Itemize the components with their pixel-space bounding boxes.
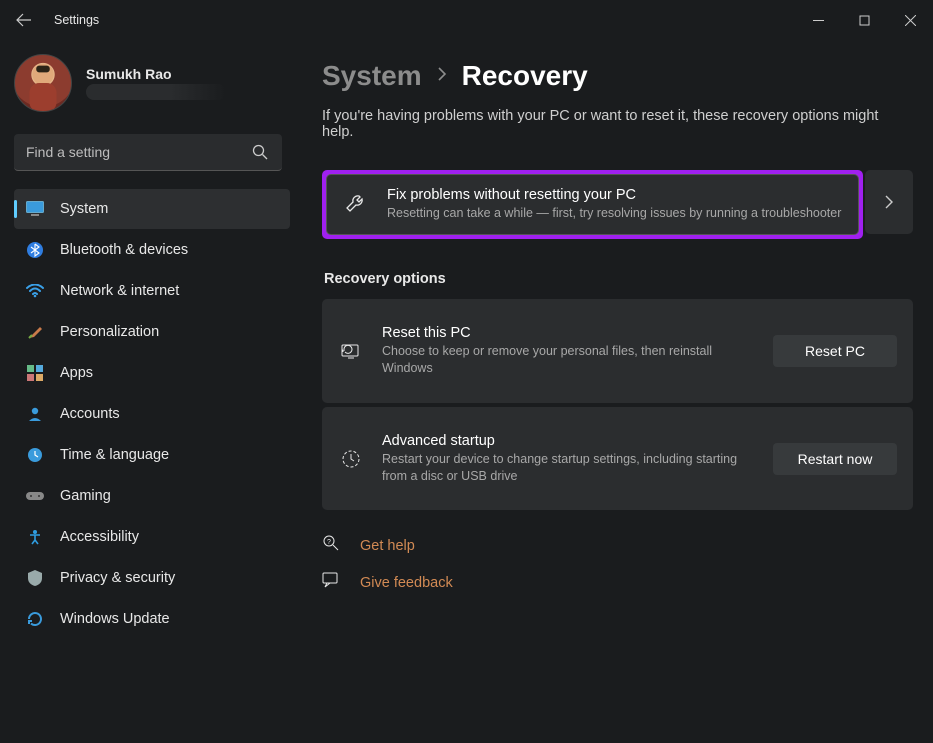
card-subtitle: Resetting can take a while — first, try …: [387, 205, 842, 222]
recovery-options-heading: Recovery options: [324, 271, 913, 287]
restart-now-button[interactable]: Restart now: [773, 443, 897, 475]
sidebar-item-gaming[interactable]: Gaming: [14, 476, 290, 516]
sidebar-item-apps[interactable]: Apps: [14, 353, 290, 393]
search-input[interactable]: [14, 134, 282, 171]
sidebar-item-privacy[interactable]: Privacy & security: [14, 558, 290, 598]
link-label: Give feedback: [360, 575, 453, 591]
minimize-icon: [813, 15, 824, 26]
sidebar-item-accounts[interactable]: Accounts: [14, 394, 290, 434]
nav-label: Gaming: [60, 488, 111, 504]
nav-label: Personalization: [60, 324, 159, 340]
nav-label: System: [60, 201, 108, 217]
main-content: System Recovery If you're having problem…: [300, 40, 933, 743]
nav-label: Time & language: [60, 447, 169, 463]
sidebar-item-network[interactable]: Network & internet: [14, 271, 290, 311]
accessibility-icon: [26, 528, 44, 546]
wrench-icon: [343, 193, 369, 215]
nav-label: Privacy & security: [60, 570, 175, 586]
gaming-icon: [26, 487, 44, 505]
card-title: Reset this PC: [382, 325, 773, 341]
breadcrumb-current: Recovery: [462, 60, 588, 92]
window-title: Settings: [54, 13, 99, 27]
back-button[interactable]: [0, 0, 48, 40]
highlighted-troubleshoot-card: Fix problems without resetting your PC R…: [322, 170, 863, 239]
paintbrush-icon: [26, 323, 44, 341]
sidebar-item-personalization[interactable]: Personalization: [14, 312, 290, 352]
sidebar-item-windows-update[interactable]: Windows Update: [14, 599, 290, 639]
advanced-startup-card: Advanced startup Restart your device to …: [322, 407, 913, 511]
close-button[interactable]: [887, 0, 933, 40]
maximize-icon: [859, 15, 870, 26]
sidebar: Sumukh Rao System Bluetooth & devices Ne…: [0, 40, 300, 743]
nav-label: Accounts: [60, 406, 120, 422]
svg-text:?: ?: [327, 539, 331, 546]
get-help-link[interactable]: ? Get help: [322, 534, 913, 557]
nav-label: Bluetooth & devices: [60, 242, 188, 258]
breadcrumb-parent[interactable]: System: [322, 60, 422, 92]
minimize-button[interactable]: [795, 0, 841, 40]
reset-pc-card: Reset this PC Choose to keep or remove y…: [322, 299, 913, 403]
feedback-icon: [322, 571, 340, 594]
user-account-row[interactable]: Sumukh Rao: [14, 54, 284, 112]
user-email-redacted: [86, 84, 226, 100]
help-icon: ?: [322, 534, 340, 557]
title-bar: Settings: [0, 0, 933, 40]
maximize-button[interactable]: [841, 0, 887, 40]
apps-icon: [26, 364, 44, 382]
sidebar-item-accessibility[interactable]: Accessibility: [14, 517, 290, 557]
link-label: Get help: [360, 538, 415, 554]
card-title: Advanced startup: [382, 433, 773, 449]
update-icon: [26, 610, 44, 628]
chevron-right-icon: [884, 195, 894, 209]
give-feedback-link[interactable]: Give feedback: [322, 571, 913, 594]
close-icon: [905, 15, 916, 26]
system-icon: [26, 200, 44, 218]
wifi-icon: [26, 282, 44, 300]
card-subtitle: Choose to keep or remove your personal f…: [382, 343, 762, 377]
chevron-right-icon: [436, 67, 448, 86]
page-description: If you're having problems with your PC o…: [322, 108, 913, 140]
fix-problems-card[interactable]: Fix problems without resetting your PC R…: [326, 174, 859, 235]
bluetooth-icon: [26, 241, 44, 259]
shield-icon: [26, 569, 44, 587]
reset-icon: [338, 340, 364, 362]
person-icon: [26, 405, 44, 423]
user-name: Sumukh Rao: [86, 66, 226, 82]
nav-list: System Bluetooth & devices Network & int…: [14, 189, 290, 639]
reset-pc-button[interactable]: Reset PC: [773, 335, 897, 367]
fix-problems-expand[interactable]: [865, 170, 913, 234]
search-icon: [252, 144, 268, 165]
sidebar-item-time-language[interactable]: Time & language: [14, 435, 290, 475]
card-title: Fix problems without resetting your PC: [387, 187, 842, 203]
sidebar-item-system[interactable]: System: [14, 189, 290, 229]
avatar: [14, 54, 72, 112]
nav-label: Windows Update: [60, 611, 170, 627]
restart-icon: [338, 448, 364, 470]
card-subtitle: Restart your device to change startup se…: [382, 451, 762, 485]
nav-label: Accessibility: [60, 529, 139, 545]
nav-label: Apps: [60, 365, 93, 381]
clock-icon: [26, 446, 44, 464]
arrow-left-icon: [16, 12, 32, 28]
nav-label: Network & internet: [60, 283, 179, 299]
sidebar-item-bluetooth[interactable]: Bluetooth & devices: [14, 230, 290, 270]
breadcrumb: System Recovery: [322, 60, 913, 92]
